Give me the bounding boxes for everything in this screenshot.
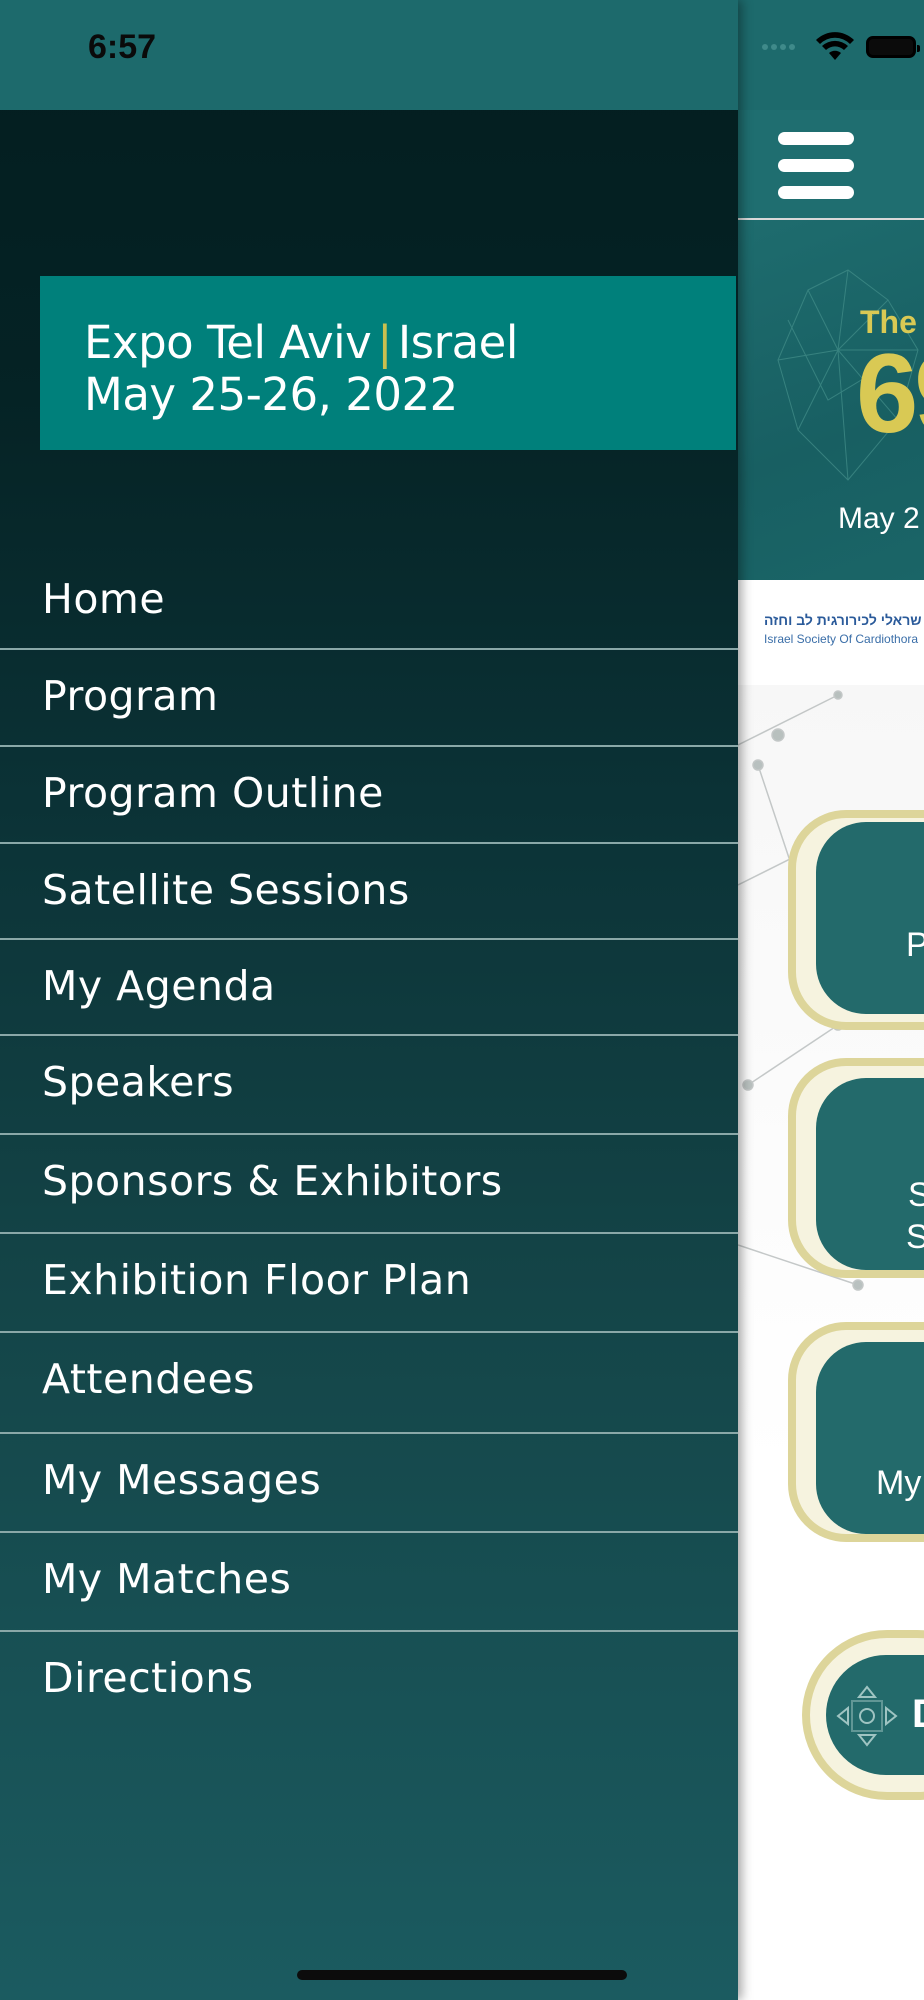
- event-dates: May 25-26, 2022: [84, 368, 458, 421]
- menu-item-label: Home: [42, 575, 166, 623]
- tile-label: S: [908, 1176, 924, 1214]
- wifi-icon: [816, 32, 854, 60]
- event-venue: Expo Tel Aviv: [84, 316, 372, 369]
- tile-label: P: [906, 926, 924, 964]
- app-home-screen: The 69 May 2 שראלי לכירורגית לב וחזה Isr…: [738, 0, 924, 2000]
- menu-item-my-agenda[interactable]: My Agenda: [0, 940, 738, 1036]
- menu-item-satellite-sessions[interactable]: Satellite Sessions: [0, 844, 738, 940]
- banner-edition-number: 69: [856, 331, 924, 456]
- menu-item-label: Speakers: [42, 1058, 235, 1106]
- society-logo: שראלי לכירורגית לב וחזה Israel Society O…: [738, 580, 924, 685]
- menu-item-label: Directions: [42, 1654, 254, 1702]
- battery-icon: [866, 36, 920, 58]
- event-info-card: Expo Tel Aviv | Israel May 25-26, 2022: [40, 276, 736, 450]
- menu-item-program[interactable]: Program: [0, 650, 738, 747]
- home-tile-program[interactable]: [816, 822, 924, 1014]
- tile-label: S: [906, 1218, 924, 1256]
- menu-item-speakers[interactable]: Speakers: [0, 1036, 738, 1135]
- menu-item-label: Exhibition Floor Plan: [42, 1256, 472, 1304]
- society-name-hebrew: שראלי לכירורגית לב וחזה: [764, 612, 922, 628]
- conference-banner: The 69 May 2: [738, 220, 924, 580]
- menu-item-my-matches[interactable]: My Matches: [0, 1533, 738, 1632]
- event-location: Expo Tel Aviv | Israel: [84, 316, 518, 369]
- status-bar: 6:57: [0, 0, 738, 110]
- app-header: [738, 110, 924, 220]
- menu-item-sponsors-exhibitors[interactable]: Sponsors & Exhibitors: [0, 1135, 738, 1234]
- home-tile-my-agenda[interactable]: [816, 1342, 924, 1534]
- menu-item-label: Program: [42, 672, 219, 720]
- menu-item-label: Program Outline: [42, 769, 384, 817]
- society-name-english: Israel Society Of Cardiothora: [764, 632, 919, 646]
- menu-item-label: My Agenda: [42, 962, 276, 1010]
- navigation-drawer: 6:57 Expo Tel Aviv | Israel May 25-26, 202…: [0, 0, 738, 2000]
- directions-pad-icon: [836, 1685, 898, 1747]
- menu-item-directions[interactable]: Directions: [0, 1632, 738, 1731]
- status-bar-right: [738, 0, 924, 110]
- menu-item-label: Satellite Sessions: [42, 866, 410, 914]
- menu-item-label: Attendees: [42, 1355, 256, 1403]
- menu-item-program-outline[interactable]: Program Outline: [0, 747, 738, 844]
- menu-item-home[interactable]: Home: [0, 553, 738, 650]
- directions-button-label: D: [912, 1692, 924, 1737]
- event-country: Israel: [397, 316, 518, 369]
- menu-item-my-messages[interactable]: My Messages: [0, 1434, 738, 1533]
- status-time: 6:57: [88, 28, 157, 66]
- menu-item-label: My Matches: [42, 1555, 292, 1603]
- menu-item-attendees[interactable]: Attendees: [0, 1333, 738, 1434]
- hamburger-menu-icon[interactable]: [778, 132, 854, 199]
- menu-item-label: My Messages: [42, 1456, 322, 1504]
- signal-icon: [738, 43, 804, 51]
- network-background-graphic: [738, 690, 924, 1291]
- menu-item-label: Sponsors & Exhibitors: [42, 1157, 503, 1205]
- home-indicator[interactable]: [297, 1970, 627, 1980]
- banner-date: May 2: [838, 502, 920, 535]
- menu-item-exhibition-floor-plan[interactable]: Exhibition Floor Plan: [0, 1234, 738, 1333]
- tile-label: My: [876, 1464, 922, 1502]
- event-separator: |: [377, 316, 392, 369]
- drawer-menu: Home Program Program Outline Satellite S…: [0, 553, 738, 1731]
